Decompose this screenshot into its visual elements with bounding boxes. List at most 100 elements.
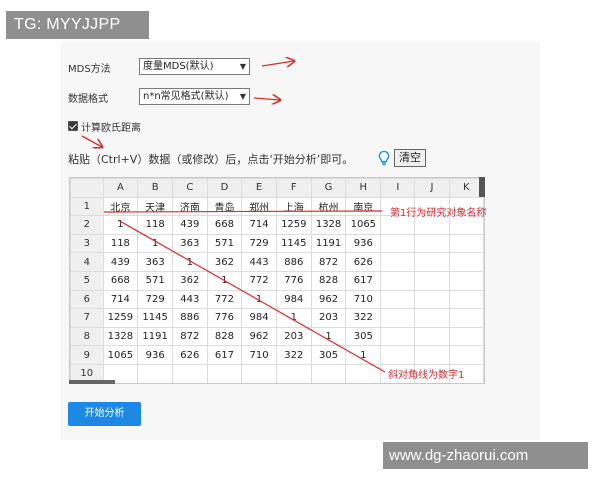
grid-cell[interactable] [448,270,484,291]
column-header[interactable]: G [310,178,347,198]
grid-cell[interactable] [448,345,484,365]
grid-cell[interactable]: 571 [206,233,243,254]
grid-cell[interactable] [380,233,416,254]
grid-cell[interactable] [172,363,208,383]
grid-cell[interactable] [414,345,450,365]
grid-cell[interactable] [380,252,416,272]
grid-cell[interactable] [414,252,450,272]
clear-button[interactable]: 清空 [394,149,426,167]
grid-cell[interactable]: 984 [275,289,312,310]
grid-cell[interactable]: 305 [345,326,382,347]
grid-cell[interactable]: 772 [241,270,277,291]
grid-cell[interactable]: 776 [206,308,243,328]
grid-cell[interactable]: 872 [310,252,347,272]
grid-cell[interactable]: 203 [275,326,312,347]
grid-cell[interactable]: 青岛 [206,196,243,217]
grid-cell[interactable]: 1 [172,252,208,272]
column-header[interactable]: D [206,178,243,198]
grid-cell[interactable]: 439 [172,215,208,235]
grid-cell[interactable]: 729 [137,289,174,310]
data-format-select[interactable]: n*n常见格式(默认) ▼ [139,88,250,105]
grid-cell[interactable]: 872 [172,326,208,347]
grid-cell[interactable]: 1065 [345,215,382,235]
grid-cell[interactable]: 322 [345,308,382,328]
grid-cell[interactable] [448,326,484,347]
grid-cell[interactable]: 362 [206,252,243,272]
grid-cell[interactable]: 1259 [102,308,139,328]
grid-cell[interactable] [380,326,416,347]
grid-cell[interactable] [414,289,450,310]
lightbulb-icon[interactable] [377,150,391,166]
grid-cell[interactable]: 1259 [275,215,312,235]
grid-cell[interactable]: 郑州 [241,196,277,217]
grid-cell[interactable] [448,289,484,310]
grid-cell[interactable] [310,363,347,383]
start-analysis-button[interactable]: 开始分析 [68,402,141,426]
grid-cell[interactable] [380,270,416,291]
grid-cell[interactable]: 617 [345,270,382,291]
grid-cell[interactable] [414,233,450,254]
grid-cell[interactable] [448,252,484,272]
column-header[interactable]: A [102,178,139,198]
grid-cell[interactable] [241,363,277,383]
grid-cell[interactable] [414,326,450,347]
grid-cell[interactable]: 714 [102,289,139,310]
grid-cell[interactable]: 1328 [102,326,139,347]
grid-cell[interactable] [137,363,174,383]
row-header[interactable]: 3 [70,233,104,254]
column-header[interactable]: J [414,178,450,198]
row-header[interactable]: 8 [70,326,104,347]
grid-cell[interactable]: 1065 [102,345,139,365]
row-header[interactable]: 1 [70,196,104,217]
grid-cell[interactable]: 1 [206,270,243,291]
grid-cell[interactable]: 1 [275,308,312,328]
grid-cell[interactable]: 443 [241,252,277,272]
grid-cell[interactable] [275,363,312,383]
column-header[interactable]: I [380,178,416,198]
grid-cell[interactable] [380,289,416,310]
grid-cell[interactable]: 118 [137,215,174,235]
grid-cell[interactable] [414,270,450,291]
grid-cell[interactable]: 626 [172,345,208,365]
row-header[interactable]: 2 [70,215,104,235]
grid-cell[interactable]: 203 [310,308,347,328]
grid-cell[interactable] [414,308,450,328]
grid-cell[interactable]: 776 [275,270,312,291]
grid-cell[interactable]: 936 [345,233,382,254]
grid-cell[interactable] [345,363,382,383]
column-header[interactable]: C [172,178,208,198]
row-header[interactable]: 6 [70,289,104,310]
grid-cell[interactable]: 322 [275,345,312,365]
row-header[interactable]: 9 [70,345,104,365]
grid-cell[interactable]: 118 [102,233,139,254]
grid-cell[interactable]: 668 [102,270,139,291]
grid-cell[interactable]: 天津 [137,196,174,217]
grid-cell[interactable]: 1 [345,345,382,365]
mds-method-select[interactable]: 度量MDS(默认) ▼ [139,58,250,75]
grid-cell[interactable]: 1 [241,289,277,310]
grid-cell[interactable]: 710 [241,345,277,365]
grid-cell[interactable]: 杭州 [310,196,347,217]
grid-cell[interactable]: 936 [137,345,174,365]
column-header[interactable]: H [345,178,382,198]
grid-cell[interactable]: 668 [206,215,243,235]
grid-cell[interactable]: 1 [102,215,139,235]
grid-cell[interactable] [380,308,416,328]
grid-cell[interactable]: 1328 [310,215,347,235]
grid-cell[interactable]: 729 [241,233,277,254]
grid-cell[interactable]: 828 [206,326,243,347]
column-header[interactable]: B [137,178,174,198]
grid-cell[interactable]: 828 [310,270,347,291]
grid-cell[interactable]: 626 [345,252,382,272]
grid-cell[interactable]: 上海 [275,196,312,217]
grid-cell[interactable]: 571 [137,270,174,291]
column-header[interactable]: E [241,178,277,198]
grid-cell[interactable]: 305 [310,345,347,365]
grid-cell[interactable]: 362 [172,270,208,291]
grid-cell[interactable]: 1191 [137,326,174,347]
grid-cell[interactable]: 443 [172,289,208,310]
vertical-scrollbar[interactable] [479,177,485,197]
grid-cell[interactable] [448,233,484,254]
grid-cell[interactable]: 984 [241,308,277,328]
grid-cell[interactable]: 962 [310,289,347,310]
